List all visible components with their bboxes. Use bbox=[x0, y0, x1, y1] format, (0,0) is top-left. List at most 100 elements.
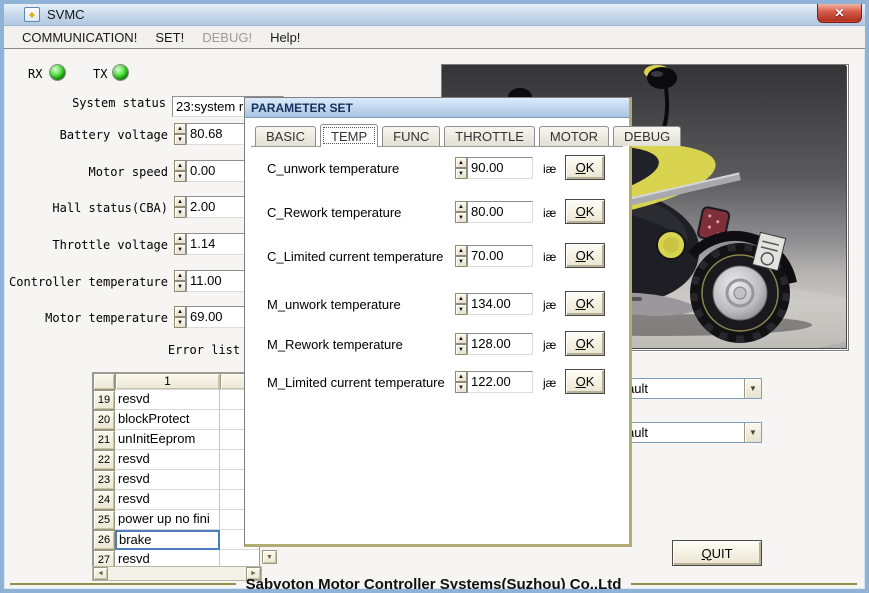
row-number[interactable]: 24 bbox=[93, 490, 115, 510]
chevron-down-icon[interactable]: ▼ bbox=[744, 379, 761, 398]
hall-status-spinner[interactable]: ▲▼ bbox=[174, 196, 186, 218]
spinner-up-icon[interactable]: ▲ bbox=[455, 371, 467, 382]
spinner-down-icon[interactable]: ▼ bbox=[455, 256, 467, 267]
motor-speed-spinner[interactable]: ▲▼ bbox=[174, 160, 186, 182]
table-row[interactable]: 21unInitEeprom bbox=[93, 430, 259, 450]
error-cell[interactable]: unInitEeprom bbox=[115, 430, 220, 450]
table-row[interactable]: 22resvd bbox=[93, 450, 259, 470]
param-spinner[interactable]: ▲▼ bbox=[455, 371, 467, 393]
row-number[interactable]: 23 bbox=[93, 470, 115, 490]
tab-temp[interactable]: TEMP bbox=[320, 124, 378, 147]
title-bar[interactable]: ◆ SVMC ✕ bbox=[4, 4, 865, 26]
ok-button[interactable]: OK bbox=[565, 331, 605, 356]
param-row: C_Rework temperature ▲▼ 80.00 iæ OK bbox=[245, 201, 629, 227]
spinner-up-icon[interactable]: ▲ bbox=[174, 123, 186, 134]
spinner-up-icon[interactable]: ▲ bbox=[455, 157, 467, 168]
table-row-selected[interactable]: 26brake bbox=[93, 530, 259, 550]
spinner-up-icon[interactable]: ▲ bbox=[174, 233, 186, 244]
spinner-up-icon[interactable]: ▲ bbox=[455, 293, 467, 304]
menu-set[interactable]: SET! bbox=[146, 28, 193, 47]
spinner-up-icon[interactable]: ▲ bbox=[455, 245, 467, 256]
spinner-down-icon[interactable]: ▼ bbox=[455, 344, 467, 355]
param-spinner[interactable]: ▲▼ bbox=[455, 201, 467, 223]
ok-button[interactable]: OK bbox=[565, 199, 605, 224]
spinner-down-icon[interactable]: ▼ bbox=[455, 168, 467, 179]
spinner-down-icon[interactable]: ▼ bbox=[455, 304, 467, 315]
param-row: M_unwork temperature ▲▼ 134.00 jæ OK bbox=[245, 293, 629, 319]
ok-button[interactable]: OK bbox=[565, 155, 605, 180]
param-value-input[interactable]: 134.00 bbox=[467, 293, 533, 315]
row-number[interactable]: 26 bbox=[93, 530, 115, 550]
param-value-input[interactable]: 128.00 bbox=[467, 333, 533, 355]
error-cell[interactable]: resvd bbox=[115, 490, 220, 510]
param-row: M_Limited current temperature ▲▼ 122.00 … bbox=[245, 371, 629, 397]
tab-debug[interactable]: DEBUG bbox=[613, 126, 681, 146]
error-cell[interactable]: resvd bbox=[115, 450, 220, 470]
throttle-voltage-spinner[interactable]: ▲▼ bbox=[174, 233, 186, 255]
corner-header-cell[interactable] bbox=[93, 373, 115, 390]
param-spinner[interactable]: ▲▼ bbox=[455, 293, 467, 315]
quit-button[interactable]: QUIT bbox=[672, 540, 762, 566]
error-cell[interactable]: resvd bbox=[115, 470, 220, 490]
table-row[interactable]: 23resvd bbox=[93, 470, 259, 490]
chevron-down-icon[interactable]: ▼ bbox=[744, 423, 761, 442]
param-value-input[interactable]: 80.00 bbox=[467, 201, 533, 223]
tab-basic[interactable]: BASIC bbox=[255, 126, 316, 146]
menu-debug: DEBUG! bbox=[193, 28, 261, 47]
motor-temperature-spinner[interactable]: ▲▼ bbox=[174, 306, 186, 328]
battery-voltage-spinner[interactable]: ▲▼ bbox=[174, 123, 186, 145]
spinner-up-icon[interactable]: ▲ bbox=[455, 201, 467, 212]
ok-button[interactable]: OK bbox=[565, 243, 605, 268]
spinner-down-icon[interactable]: ▼ bbox=[174, 317, 186, 328]
row-number[interactable]: 25 bbox=[93, 510, 115, 530]
column-header[interactable]: 1 bbox=[115, 373, 220, 390]
row-number[interactable]: 22 bbox=[93, 450, 115, 470]
error-cell-selected[interactable]: brake bbox=[115, 530, 220, 550]
error-cell[interactable]: resvd bbox=[115, 390, 220, 410]
spinner-up-icon[interactable]: ▲ bbox=[174, 270, 186, 281]
spinner-down-icon[interactable]: ▼ bbox=[174, 134, 186, 145]
spinner-down-icon[interactable]: ▼ bbox=[174, 207, 186, 218]
tab-motor[interactable]: MOTOR bbox=[539, 126, 609, 146]
controller-temperature-spinner[interactable]: ▲▼ bbox=[174, 270, 186, 292]
spinner-down-icon[interactable]: ▼ bbox=[174, 281, 186, 292]
tab-throttle[interactable]: THROTTLE bbox=[444, 126, 535, 146]
menu-communication[interactable]: COMMUNICATION! bbox=[13, 28, 146, 47]
error-cell[interactable]: blockProtect bbox=[115, 410, 220, 430]
ok-button[interactable]: OK bbox=[565, 369, 605, 394]
row-number[interactable]: 19 bbox=[93, 390, 115, 410]
param-value-input[interactable]: 90.00 bbox=[467, 157, 533, 179]
spinner-down-icon[interactable]: ▼ bbox=[455, 212, 467, 223]
tab-func[interactable]: FUNC bbox=[382, 126, 440, 146]
menu-help[interactable]: Help! bbox=[261, 28, 309, 47]
spinner-up-icon[interactable]: ▲ bbox=[174, 306, 186, 317]
spinner-up-icon[interactable]: ▲ bbox=[455, 333, 467, 344]
row-number[interactable]: 20 bbox=[93, 410, 115, 430]
ok-label-rest: K bbox=[586, 160, 595, 175]
dialog-title-bar[interactable]: PARAMETER SET bbox=[245, 98, 629, 118]
spinner-up-icon[interactable]: ▲ bbox=[174, 160, 186, 171]
close-icon[interactable]: ✕ bbox=[817, 4, 862, 23]
spinner-down-icon[interactable]: ▼ bbox=[174, 171, 186, 182]
ok-label-rest: K bbox=[586, 204, 595, 219]
row-number[interactable]: 21 bbox=[93, 430, 115, 450]
param-value-input[interactable]: 122.00 bbox=[467, 371, 533, 393]
spinner-down-icon[interactable]: ▼ bbox=[455, 382, 467, 393]
param-spinner[interactable]: ▲▼ bbox=[455, 157, 467, 179]
table-row[interactable]: 19resvd bbox=[93, 390, 259, 410]
spinner-up-icon[interactable]: ▲ bbox=[174, 196, 186, 207]
table-row[interactable]: 24resvd bbox=[93, 490, 259, 510]
rx-led-icon bbox=[50, 65, 65, 80]
spinner-down-icon[interactable]: ▼ bbox=[174, 244, 186, 255]
param-spinner[interactable]: ▲▼ bbox=[455, 333, 467, 355]
param-label: C_unwork temperature bbox=[267, 161, 399, 176]
footer-text: Sabvoton Motor Controller Systems(Suzhou… bbox=[246, 576, 622, 593]
param-value-input[interactable]: 70.00 bbox=[467, 245, 533, 267]
ok-label-underline: O bbox=[576, 336, 586, 351]
table-row[interactable]: 25power up no fini bbox=[93, 510, 259, 530]
scroll-down-icon[interactable]: ▼ bbox=[262, 550, 277, 564]
ok-button[interactable]: OK bbox=[565, 291, 605, 316]
param-spinner[interactable]: ▲▼ bbox=[455, 245, 467, 267]
table-row[interactable]: 20blockProtect bbox=[93, 410, 259, 430]
error-cell[interactable]: power up no fini bbox=[115, 510, 220, 530]
